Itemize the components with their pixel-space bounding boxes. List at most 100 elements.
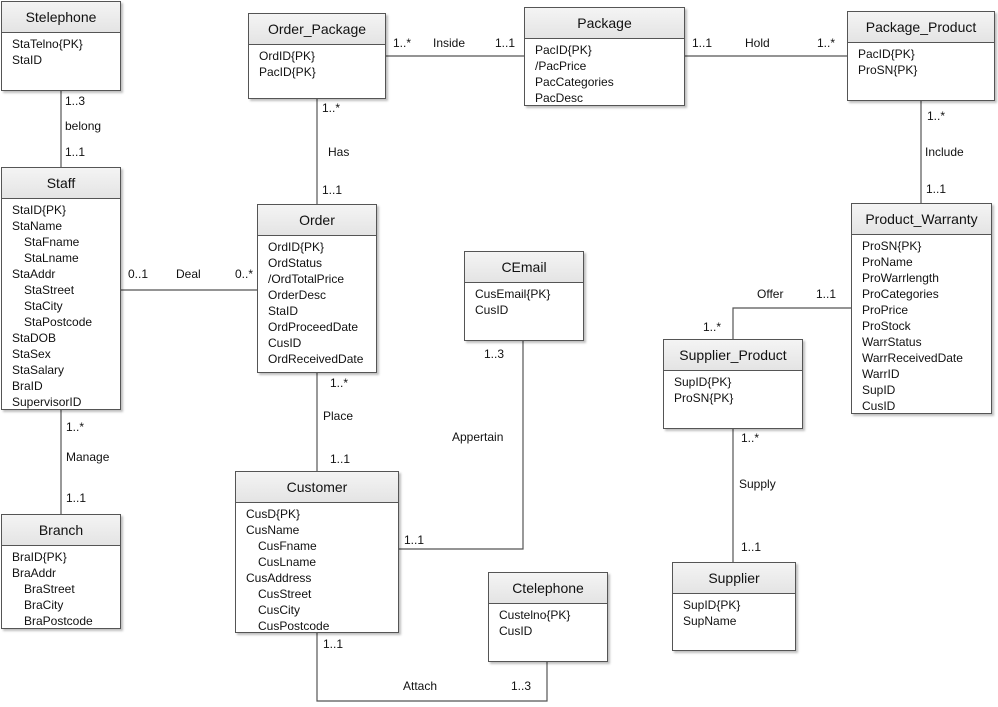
multiplicity-label: 1..1: [330, 452, 351, 466]
multiplicity-label: 1..1: [692, 36, 713, 50]
attribute: CusCity: [258, 603, 301, 617]
attribute: OrdID{PK}: [259, 49, 316, 63]
entity-cemail[interactable]: CEmail CusEmail{PK} CusID: [464, 251, 584, 341]
entity-customer[interactable]: Customer CusD{PK} CusName CusFname CusLname C…: [235, 471, 399, 633]
entity-ctelephone[interactable]: Ctelephone Custelno{PK} CusID: [488, 572, 608, 662]
multiplicity-label: 1..*: [66, 420, 85, 434]
attribute: WarrStatus: [862, 335, 922, 349]
entity-title: CEmail: [465, 252, 583, 283]
association-line-offer[interactable]: [732, 307, 851, 339]
attribute: SupID{PK}: [674, 375, 732, 389]
multiplicity-label: 1..1: [66, 491, 87, 505]
association-name: Supply: [739, 477, 776, 491]
attribute: /OrdTotalPrice: [268, 272, 345, 286]
entity-title: Package_Product: [848, 12, 994, 43]
multiplicity-label: 0..1: [128, 267, 149, 281]
attribute: /PacPrice: [535, 59, 587, 73]
attribute: StaCity: [24, 299, 63, 313]
attribute: SupID: [862, 383, 896, 397]
attribute: Custelno{PK}: [499, 608, 571, 622]
attribute: CusName: [246, 523, 300, 537]
attribute: CusEmail{PK}: [475, 287, 551, 301]
attribute: StaStreet: [24, 283, 75, 297]
attribute-list: SupID{PK} SupName: [673, 594, 795, 629]
attribute: SupName: [683, 614, 737, 628]
attribute: ProSN{PK}: [674, 391, 734, 405]
attribute: OrderDesc: [268, 288, 327, 302]
attribute-list: PacID{PK} ProSN{PK}: [848, 43, 994, 78]
multiplicity-label: 1..1: [926, 182, 947, 196]
attribute: PacCategories: [535, 75, 614, 89]
attribute: OrdReceivedDate: [268, 352, 364, 366]
multiplicity-label: 1..*: [393, 36, 412, 50]
attribute: StaTelno{PK}: [12, 37, 83, 51]
attribute: ProCategories: [862, 287, 939, 301]
multiplicity-label: 1..1: [404, 533, 425, 547]
association-name: Manage: [66, 450, 110, 464]
entity-title: Supplier: [673, 563, 795, 594]
attribute: BraID: [12, 379, 43, 393]
association-line-appertain[interactable]: [399, 341, 524, 550]
multiplicity-label: 1..1: [322, 183, 343, 197]
attribute: CusID: [862, 399, 896, 413]
attribute: CusID: [268, 336, 302, 350]
multiplicity-label: 1..3: [511, 679, 532, 693]
association-name: Offer: [757, 287, 784, 301]
attribute: StaID: [268, 304, 299, 318]
multiplicity-label: 1..1: [741, 540, 762, 554]
attribute: PacID{PK}: [858, 47, 915, 61]
attribute: ProWarrlength: [862, 271, 939, 285]
entity-branch[interactable]: Branch BraID{PK} BraAddr BraStreet BraCity Br…: [1, 514, 121, 629]
attribute: CusID: [475, 303, 509, 317]
entity-supplier[interactable]: Supplier SupID{PK} SupName: [672, 562, 796, 651]
association-name: Hold: [745, 36, 770, 50]
attribute: StaID{PK}: [12, 203, 67, 217]
attribute: StaSalary: [12, 363, 65, 377]
entity-order[interactable]: Order OrdID{PK} OrdStatus/OrdTotalPrice Ord…: [257, 204, 377, 373]
attribute-list: SupID{PK} ProSN{PK}: [664, 371, 802, 406]
multiplicity-label: 1..*: [927, 109, 946, 123]
entity-product-warranty[interactable]: Product_Warranty ProSN{PK} ProName ProWarrl…: [851, 203, 992, 414]
attribute: BraID{PK}: [12, 550, 67, 564]
attribute: WarrID: [862, 367, 900, 381]
attribute: ProPrice: [862, 303, 909, 317]
entity-title: Customer: [236, 472, 398, 503]
multiplicity-label: 1..3: [484, 347, 505, 361]
entity-package[interactable]: Package PacID{PK}/PacPrice PacCategories Pa…: [524, 7, 685, 106]
attribute: ProSN{PK}: [858, 63, 918, 77]
attribute: WarrReceivedDate: [862, 351, 963, 365]
attribute-list: CusD{PK} CusName CusFname CusLname CusAddres…: [236, 503, 398, 634]
multiplicity-label: 1..*: [703, 320, 722, 334]
attribute: StaPostcode: [24, 315, 93, 329]
attribute: ProSN{PK}: [862, 239, 922, 253]
attribute: StaName: [12, 219, 63, 233]
entity-staff[interactable]: Staff StaID{PK} StaName StaFname StaLname Sta…: [1, 167, 121, 410]
multiplicity-label: 1..3: [65, 94, 86, 108]
entity-package-product[interactable]: Package_Product PacID{PK} ProSN{PK}: [847, 11, 995, 101]
attribute: CusStreet: [258, 587, 312, 601]
multiplicity-label: 1..*: [330, 376, 349, 390]
attribute: PacDesc: [535, 91, 584, 105]
association-name: Appertain: [452, 430, 504, 444]
association-name: belong: [65, 119, 102, 133]
entity-title: Product_Warranty: [852, 204, 991, 235]
association-name: Deal: [176, 267, 201, 281]
attribute-list: OrdID{PK} PacID{PK}: [249, 45, 385, 80]
entity-supplier-product[interactable]: Supplier_Product SupID{PK} ProSN{PK}: [663, 339, 803, 429]
multiplicity-label: 1..*: [322, 101, 341, 115]
attribute: StaLname: [24, 251, 79, 265]
entity-title: Stelephone: [2, 2, 120, 33]
attribute: BraCity: [24, 598, 64, 612]
attribute: StaAddr: [12, 267, 56, 281]
entity-stelephone[interactable]: Stelephone StaTelno{PK} StaID: [1, 1, 121, 91]
attribute-list: Custelno{PK} CusID: [489, 604, 607, 639]
attribute: StaSex: [12, 347, 51, 361]
multiplicity-label: 1..*: [817, 36, 836, 50]
entity-title: Branch: [2, 515, 120, 546]
attribute: CusPostcode: [258, 619, 330, 633]
attribute: StaDOB: [12, 331, 57, 345]
entity-order-package[interactable]: Order_Package OrdID{PK} PacID{PK}: [248, 13, 386, 99]
multiplicity-label: 1..1: [65, 145, 86, 159]
multiplicity-label: 1..1: [495, 36, 516, 50]
attribute: SupID{PK}: [683, 598, 741, 612]
